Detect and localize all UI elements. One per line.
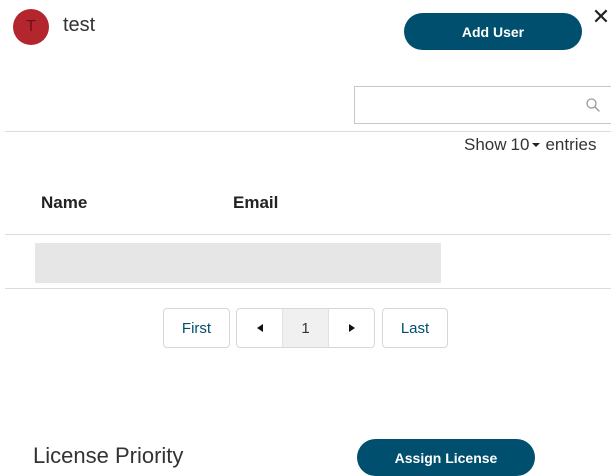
loading-row-placeholder xyxy=(35,243,441,283)
chevron-left-icon xyxy=(256,324,263,332)
caret-down-icon xyxy=(532,143,541,147)
column-header-name[interactable]: Name xyxy=(41,193,87,213)
divider xyxy=(5,234,611,235)
add-user-button[interactable]: Add User xyxy=(404,13,582,50)
avatar: T xyxy=(13,9,49,45)
page-size-select[interactable]: 10 xyxy=(511,135,542,155)
search-field[interactable] xyxy=(354,86,611,124)
search-input[interactable] xyxy=(361,93,575,119)
pagination-prev-button[interactable] xyxy=(237,309,282,347)
pagination-first-button[interactable]: First xyxy=(163,308,230,348)
group-name: test xyxy=(63,14,96,36)
license-priority-heading: License Priority xyxy=(33,443,184,468)
chevron-right-icon xyxy=(348,324,355,332)
pagination-next-button[interactable] xyxy=(329,309,374,347)
assign-license-button[interactable]: Assign License xyxy=(357,439,535,476)
search-icon[interactable] xyxy=(585,97,601,113)
show-label: Show xyxy=(464,135,507,154)
page-size-value: 10 xyxy=(510,135,530,154)
pagination-page-1[interactable]: 1 xyxy=(282,309,329,347)
divider xyxy=(5,131,611,132)
divider xyxy=(5,288,611,289)
pagination-last-button[interactable]: Last xyxy=(382,308,448,348)
close-icon[interactable]: ✕ xyxy=(590,5,611,29)
column-header-email[interactable]: Email xyxy=(233,193,278,213)
pagination-group: 1 xyxy=(236,308,375,348)
show-entries: Show 10 entries xyxy=(464,135,596,155)
avatar-letter: T xyxy=(26,18,36,35)
entries-label: entries xyxy=(545,135,597,154)
